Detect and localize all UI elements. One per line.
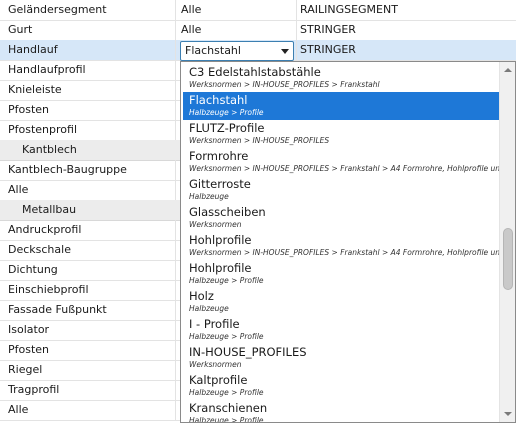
column-divider — [296, 20, 297, 41]
cell-c1: Alle — [8, 183, 29, 196]
column-divider — [175, 100, 176, 121]
chevron-down-icon[interactable] — [281, 49, 289, 54]
dropdown-option[interactable]: FLUTZ-Profile Werksnormen > IN-HOUSE_PROF… — [183, 120, 499, 148]
column-divider — [175, 340, 176, 361]
column-divider — [175, 280, 176, 301]
cell-c1: Pfostenprofil — [8, 123, 77, 136]
dropdown-option[interactable]: C3 Edelstahlstabstähle Werksnormen > IN-H… — [183, 64, 499, 92]
column-divider — [175, 160, 176, 181]
scroll-down-icon[interactable] — [500, 406, 515, 422]
option-path: Halbzeuge > Profile — [189, 416, 264, 423]
column-divider — [175, 220, 176, 241]
cell-c1: Pfosten — [8, 343, 50, 356]
cell-c1: Deckschale — [8, 243, 71, 256]
cell-c1: Knieleiste — [8, 83, 62, 96]
dropdown-option[interactable]: Holz Halbzeuge — [183, 288, 499, 316]
dropdown-option[interactable]: Kaltprofile Halbzeuge > Profile — [183, 372, 499, 400]
cell-c2: Alle — [181, 23, 202, 36]
option-title: C3 Edelstahlstabstähle — [189, 65, 321, 79]
cell-c3: RAILINGSEGMENT — [300, 3, 398, 16]
cell-c1: Isolator — [8, 323, 50, 336]
cell-c1: Kantblech-Baugruppe — [8, 163, 127, 176]
option-title: Formrohre — [189, 149, 249, 163]
option-path: Werksnormen > IN-HOUSE_PROFILES > Franks… — [189, 164, 516, 173]
cell-c1: Dichtung — [8, 263, 58, 276]
option-path: Werksnormen — [189, 360, 242, 369]
dropdown-option[interactable]: Formrohre Werksnormen > IN-HOUSE_PROFILES… — [183, 148, 515, 176]
option-path: Halbzeuge > Profile — [189, 388, 264, 397]
column-divider — [175, 40, 176, 61]
option-title: Hohlprofile — [189, 261, 252, 275]
option-path: Halbzeuge — [189, 192, 229, 201]
option-path: Werksnormen — [189, 220, 242, 229]
dropdown-option[interactable]: IN-HOUSE_PROFILES Werksnormen — [183, 344, 499, 372]
cell-c1: Handlaufprofil — [8, 63, 86, 76]
option-title: FLUTZ-Profile — [189, 121, 265, 135]
profile-dropdown-list[interactable]: Kranschienen Halbzeuge > Profile Kaltprofi… — [180, 61, 516, 423]
column-divider — [175, 380, 176, 401]
column-divider — [175, 60, 176, 81]
cell-c1: Riegel — [8, 363, 43, 376]
option-title: IN-HOUSE_PROFILES — [189, 345, 307, 359]
option-title: Holz — [189, 289, 214, 303]
option-title: I - Profile — [189, 317, 240, 331]
cell-c3: STRINGER — [300, 23, 356, 36]
handlauf-profile-combobox[interactable]: Flachstahl — [180, 41, 294, 61]
column-divider — [175, 80, 176, 101]
option-path: Werksnormen > IN-HOUSE_PROFILES > Franks… — [189, 248, 516, 257]
column-divider — [175, 260, 176, 281]
column-divider — [175, 360, 176, 381]
grid-row[interactable]: Geländersegment Alle RAILINGSEGMENT — [0, 0, 516, 21]
dropdown-option[interactable]: Kranschienen Halbzeuge > Profile — [183, 400, 499, 423]
grid-row[interactable]: Gurt Alle STRINGER — [0, 20, 516, 41]
dropdown-option[interactable]: Hohlprofile Halbzeuge > Profile — [183, 260, 499, 288]
option-path: Werksnormen > IN-HOUSE_PROFILES — [189, 136, 330, 145]
option-path: Halbzeuge — [189, 304, 229, 313]
cell-c1: Andruckprofil — [8, 223, 82, 236]
dropdown-option[interactable]: Flachstahl Halbzeuge > Profile — [183, 92, 499, 120]
cell-c1: Tragprofil — [8, 383, 60, 396]
option-title: Gitterroste — [189, 177, 251, 191]
column-divider — [175, 240, 176, 261]
cell-c2: Alle — [181, 3, 202, 16]
option-path: Halbzeuge > Profile — [189, 332, 264, 341]
dropdown-option[interactable]: Hohlprofile Werksnormen > IN-HOUSE_PROFIL… — [183, 232, 515, 260]
option-title: Kranschienen — [189, 401, 268, 415]
option-title: Glasscheiben — [189, 205, 266, 219]
column-divider — [175, 0, 176, 21]
cell-c3: STRINGER — [300, 43, 356, 56]
option-title: Flachstahl — [189, 93, 248, 107]
dropdown-option[interactable]: Gitterroste Halbzeuge — [183, 176, 499, 204]
combobox-value: Flachstahl — [185, 44, 241, 57]
column-divider — [175, 120, 176, 141]
option-path: Halbzeuge > Profile — [189, 276, 264, 285]
dropdown-option[interactable]: I - Profile Halbzeuge > Profile — [183, 316, 499, 344]
option-title: Kaltprofile — [189, 373, 248, 387]
column-divider — [296, 40, 297, 61]
option-title: Hohlprofile — [189, 233, 252, 247]
dropdown-option[interactable]: Glasscheiben Werksnormen — [183, 204, 499, 232]
scroll-up-icon[interactable] — [500, 62, 515, 78]
scrollbar-thumb[interactable] — [503, 228, 513, 290]
option-path: Halbzeuge > Profile — [189, 108, 264, 117]
group-label: Metallbau — [22, 203, 77, 216]
column-divider — [296, 0, 297, 21]
column-divider — [175, 320, 176, 341]
cell-c1: Fassade Fußpunkt — [8, 303, 107, 316]
column-divider — [175, 400, 176, 421]
column-divider — [175, 300, 176, 321]
cell-c1: Gurt — [8, 23, 33, 36]
column-divider — [175, 180, 176, 201]
cell-c1: Handlauf — [8, 43, 58, 56]
cell-c1: Alle — [8, 403, 29, 416]
cell-c1: Geländersegment — [8, 3, 107, 16]
option-path: Werksnormen > IN-HOUSE_PROFILES > Franks… — [189, 80, 380, 89]
column-divider — [175, 20, 176, 41]
dropdown-scrollbar[interactable] — [499, 62, 515, 422]
cell-c1: Pfosten — [8, 103, 50, 116]
group-label: Kantblech — [22, 143, 77, 156]
cell-c1: Einschiebprofil — [8, 283, 89, 296]
